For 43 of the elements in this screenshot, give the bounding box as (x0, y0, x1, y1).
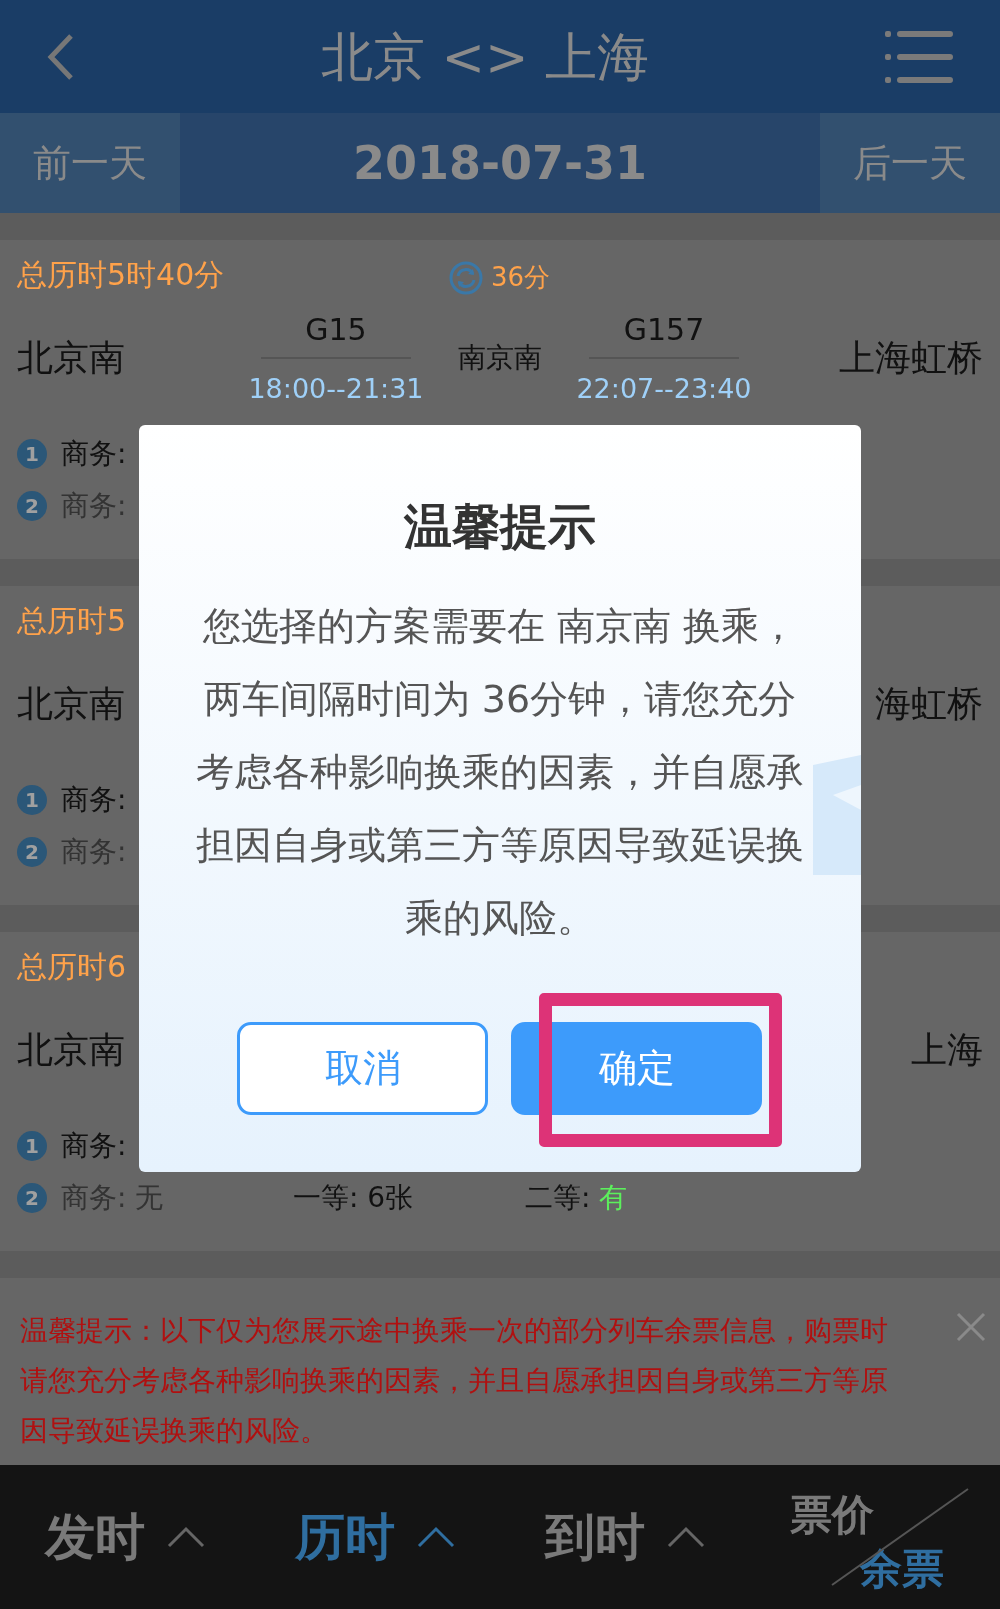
train-number: G157 (623, 310, 705, 347)
number-badge: 1 (17, 785, 47, 816)
duration-label: 总历时5时40分 (17, 255, 225, 294)
train-time: 18:00--21:31 (248, 371, 424, 406)
sort-tab[interactable]: 历时 (250, 1465, 500, 1609)
arrival-station: 上海虹桥 (839, 336, 983, 380)
transfer-time: 36分 (491, 261, 551, 294)
next-day-button[interactable]: 后一天 (820, 113, 1000, 213)
seat-availability: 二等: 有 (525, 1180, 628, 1217)
chevron-up-icon (167, 1526, 205, 1548)
arrival-station: 上海 (911, 1028, 983, 1073)
number-badge: 1 (17, 1131, 47, 1162)
page-title: 北京 <> 上海 (320, 25, 650, 89)
train-number: G15 (305, 310, 367, 347)
departure-station: 北京南 (17, 682, 125, 727)
date-label: 2018-07-31 (352, 134, 648, 192)
train-time: 22:07--23:40 (576, 371, 752, 406)
dialog-message: 您选择的方案需要在 南京南 换乘，两车间隔时间为 36分钟，请您充分考虑各种影响换乘的因素，并自愿承担因自身或第三方等原因导致延误换乘的风险。 (195, 603, 805, 942)
arrival-station: 海虹桥 (875, 682, 983, 727)
previous-day-button[interactable]: 前一天 (0, 113, 180, 213)
transfer-station: 南京南 (458, 340, 542, 376)
cancel-button[interactable]: 取消 (237, 1022, 488, 1115)
seat-availability: 商务: (61, 1128, 127, 1165)
duration-label: 总历时6 (17, 947, 127, 986)
chevron-up-icon (667, 1526, 705, 1548)
number-badge: 2 (17, 837, 47, 868)
price-toggle[interactable]: 票价 余票 (750, 1465, 1000, 1609)
transfer-icon (449, 260, 483, 295)
duration-label: 总历时5 (17, 601, 127, 640)
departure-station: 北京南 (17, 336, 125, 380)
dialog-title: 温馨提示 (404, 497, 596, 556)
number-badge: 2 (17, 491, 47, 521)
number-badge: 2 (17, 1183, 47, 1214)
departure-station: 北京南 (17, 1028, 125, 1073)
sort-tab[interactable]: 发时 (0, 1465, 250, 1609)
sort-tab[interactable]: 到时 (500, 1465, 750, 1609)
chevron-up-icon (417, 1526, 455, 1548)
number-badge: 1 (17, 439, 47, 469)
seat-availability: 商务: (61, 782, 127, 819)
notice-text: 温馨提示：以下仅为您展示途中换乘一次的部分列车余票信息，购票时请您充分考虑各种影响换乘的因素，并且自愿承担因自身或第三方等原因导致延误换乘的风险。 (20, 1313, 889, 1450)
seat-availability: 商务: (61, 436, 127, 472)
seat-availability: 一等: 6张 (293, 1180, 414, 1217)
confirm-button[interactable]: 确定 (511, 1022, 762, 1115)
